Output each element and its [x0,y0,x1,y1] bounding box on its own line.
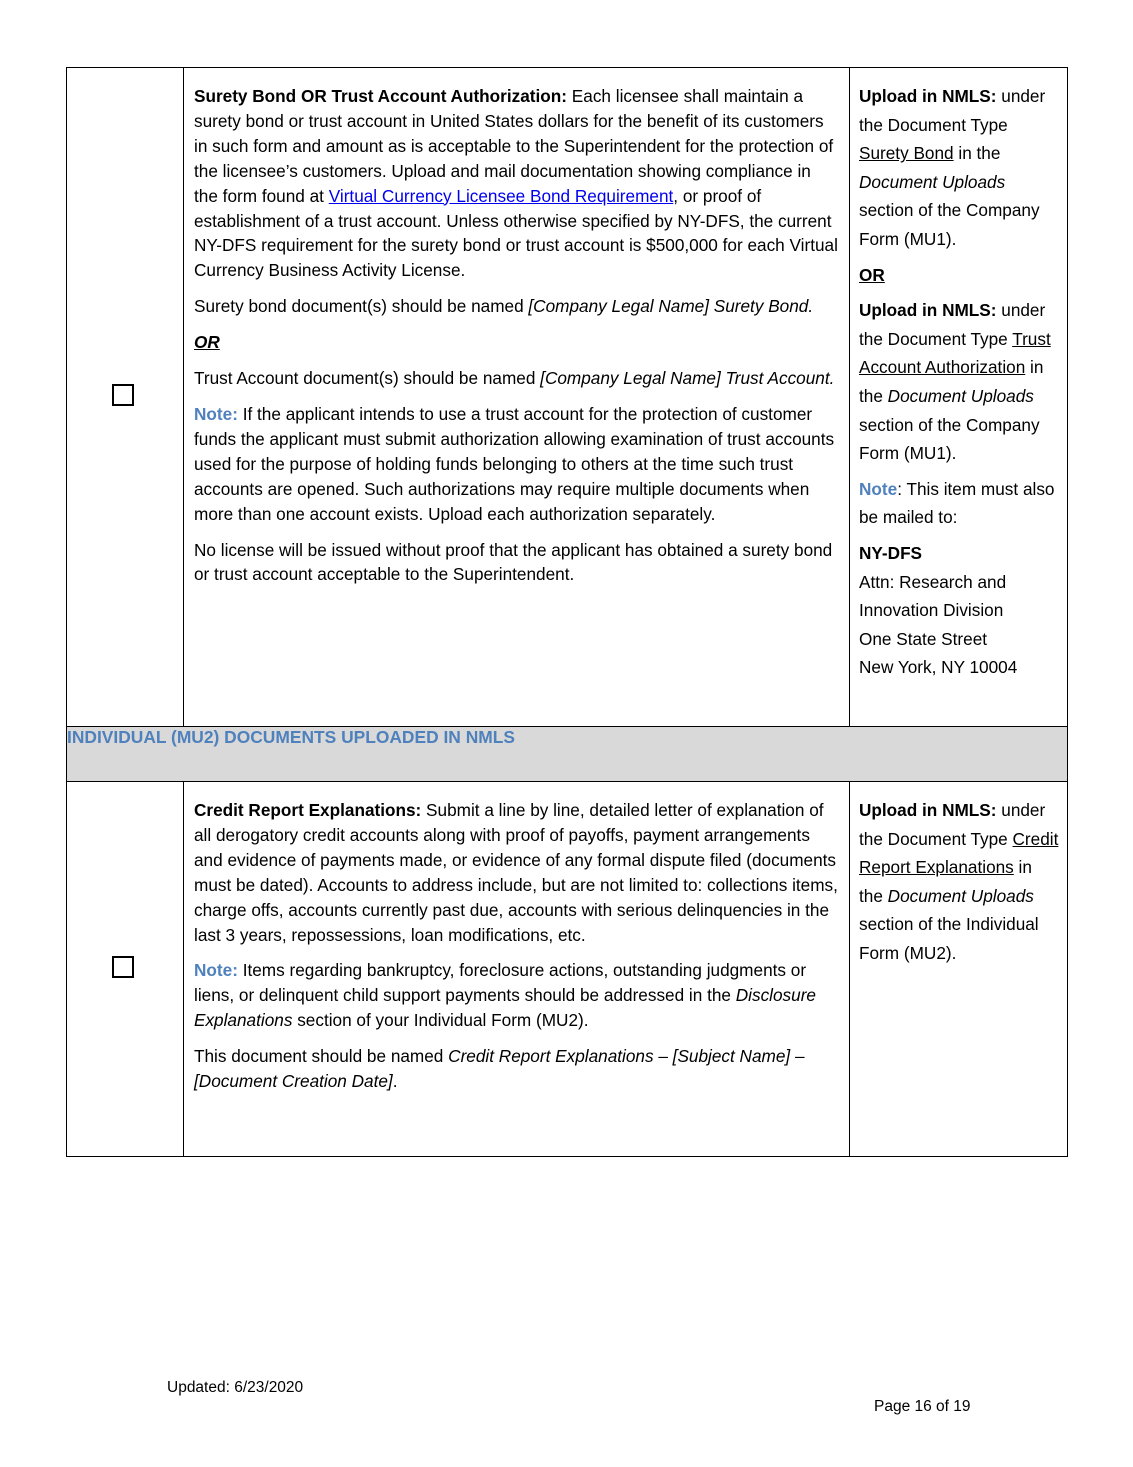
credit-naming: This document should be named Credit Rep… [194,1046,805,1092]
credit-note: Note: Items regarding bankruptcy, forecl… [194,960,816,1031]
upload-instruction-trust: Upload in NMLS: under the Document Type … [859,300,1051,464]
description-cell: Surety Bond OR Trust Account Authorizati… [183,67,850,727]
upload-instructions-cell: Upload in NMLS: under the Document Type … [849,67,1068,727]
checkbox-cell [66,781,184,1157]
item-title: Credit Report Explanations: [194,800,422,820]
checklist-checkbox[interactable] [112,384,134,406]
upload-instruction-credit: Upload in NMLS: under the Document Type … [859,800,1059,963]
doc-type-surety-bond: Surety Bond [859,143,954,164]
checkbox-cell [66,67,184,727]
mailing-address: NY-DFS Attn: Research and Innovation Div… [859,542,1018,678]
description-cell: Credit Report Explanations: Submit a lin… [183,781,850,1157]
or-divider: OR [194,332,220,353]
checklist-checkbox[interactable] [112,956,134,978]
upload-instruction-surety: Upload in NMLS: under the Document Type … [859,86,1046,249]
section-header: INDIVIDUAL (MU2) DOCUMENTS UPLOADED IN N… [66,726,1068,782]
mail-note: Note: This item must also be mailed to: [859,478,1055,528]
credit-intro: Credit Report Explanations: Submit a lin… [194,800,838,945]
bond-requirement-link[interactable]: Virtual Currency Licensee Bond Requireme… [329,186,674,206]
document-page: Surety Bond OR Trust Account Authorizati… [0,0,1133,1467]
trust-note: Note: If the applicant intends to use a … [194,403,835,524]
upload-instructions-cell: Upload in NMLS: under the Document Type … [849,781,1068,1157]
surety-intro: Surety Bond OR Trust Account Authorizati… [194,86,838,281]
table-row: Surety Bond OR Trust Account Authorizati… [66,67,1068,727]
footer-page-number: Page 16 of 19 [874,1398,971,1415]
table-row: Credit Report Explanations: Submit a lin… [66,781,1068,1157]
surety-naming: Surety bond document(s) should be named … [194,296,814,317]
or-divider: OR [859,264,885,285]
note-label: Note: [194,960,238,981]
document-checklist-table: Surety Bond OR Trust Account Authorizati… [66,67,1068,1157]
section-header-row: INDIVIDUAL (MU2) DOCUMENTS UPLOADED IN N… [66,726,1068,782]
trust-naming: Trust Account document(s) should be name… [194,368,835,389]
footer-updated-date: Updated: 6/23/2020 [167,1379,304,1396]
item-title: Surety Bond OR Trust Account Authorizati… [194,86,568,106]
note-label: Note: [194,403,238,424]
closing-statement: No license will be issued without proof … [194,539,833,585]
